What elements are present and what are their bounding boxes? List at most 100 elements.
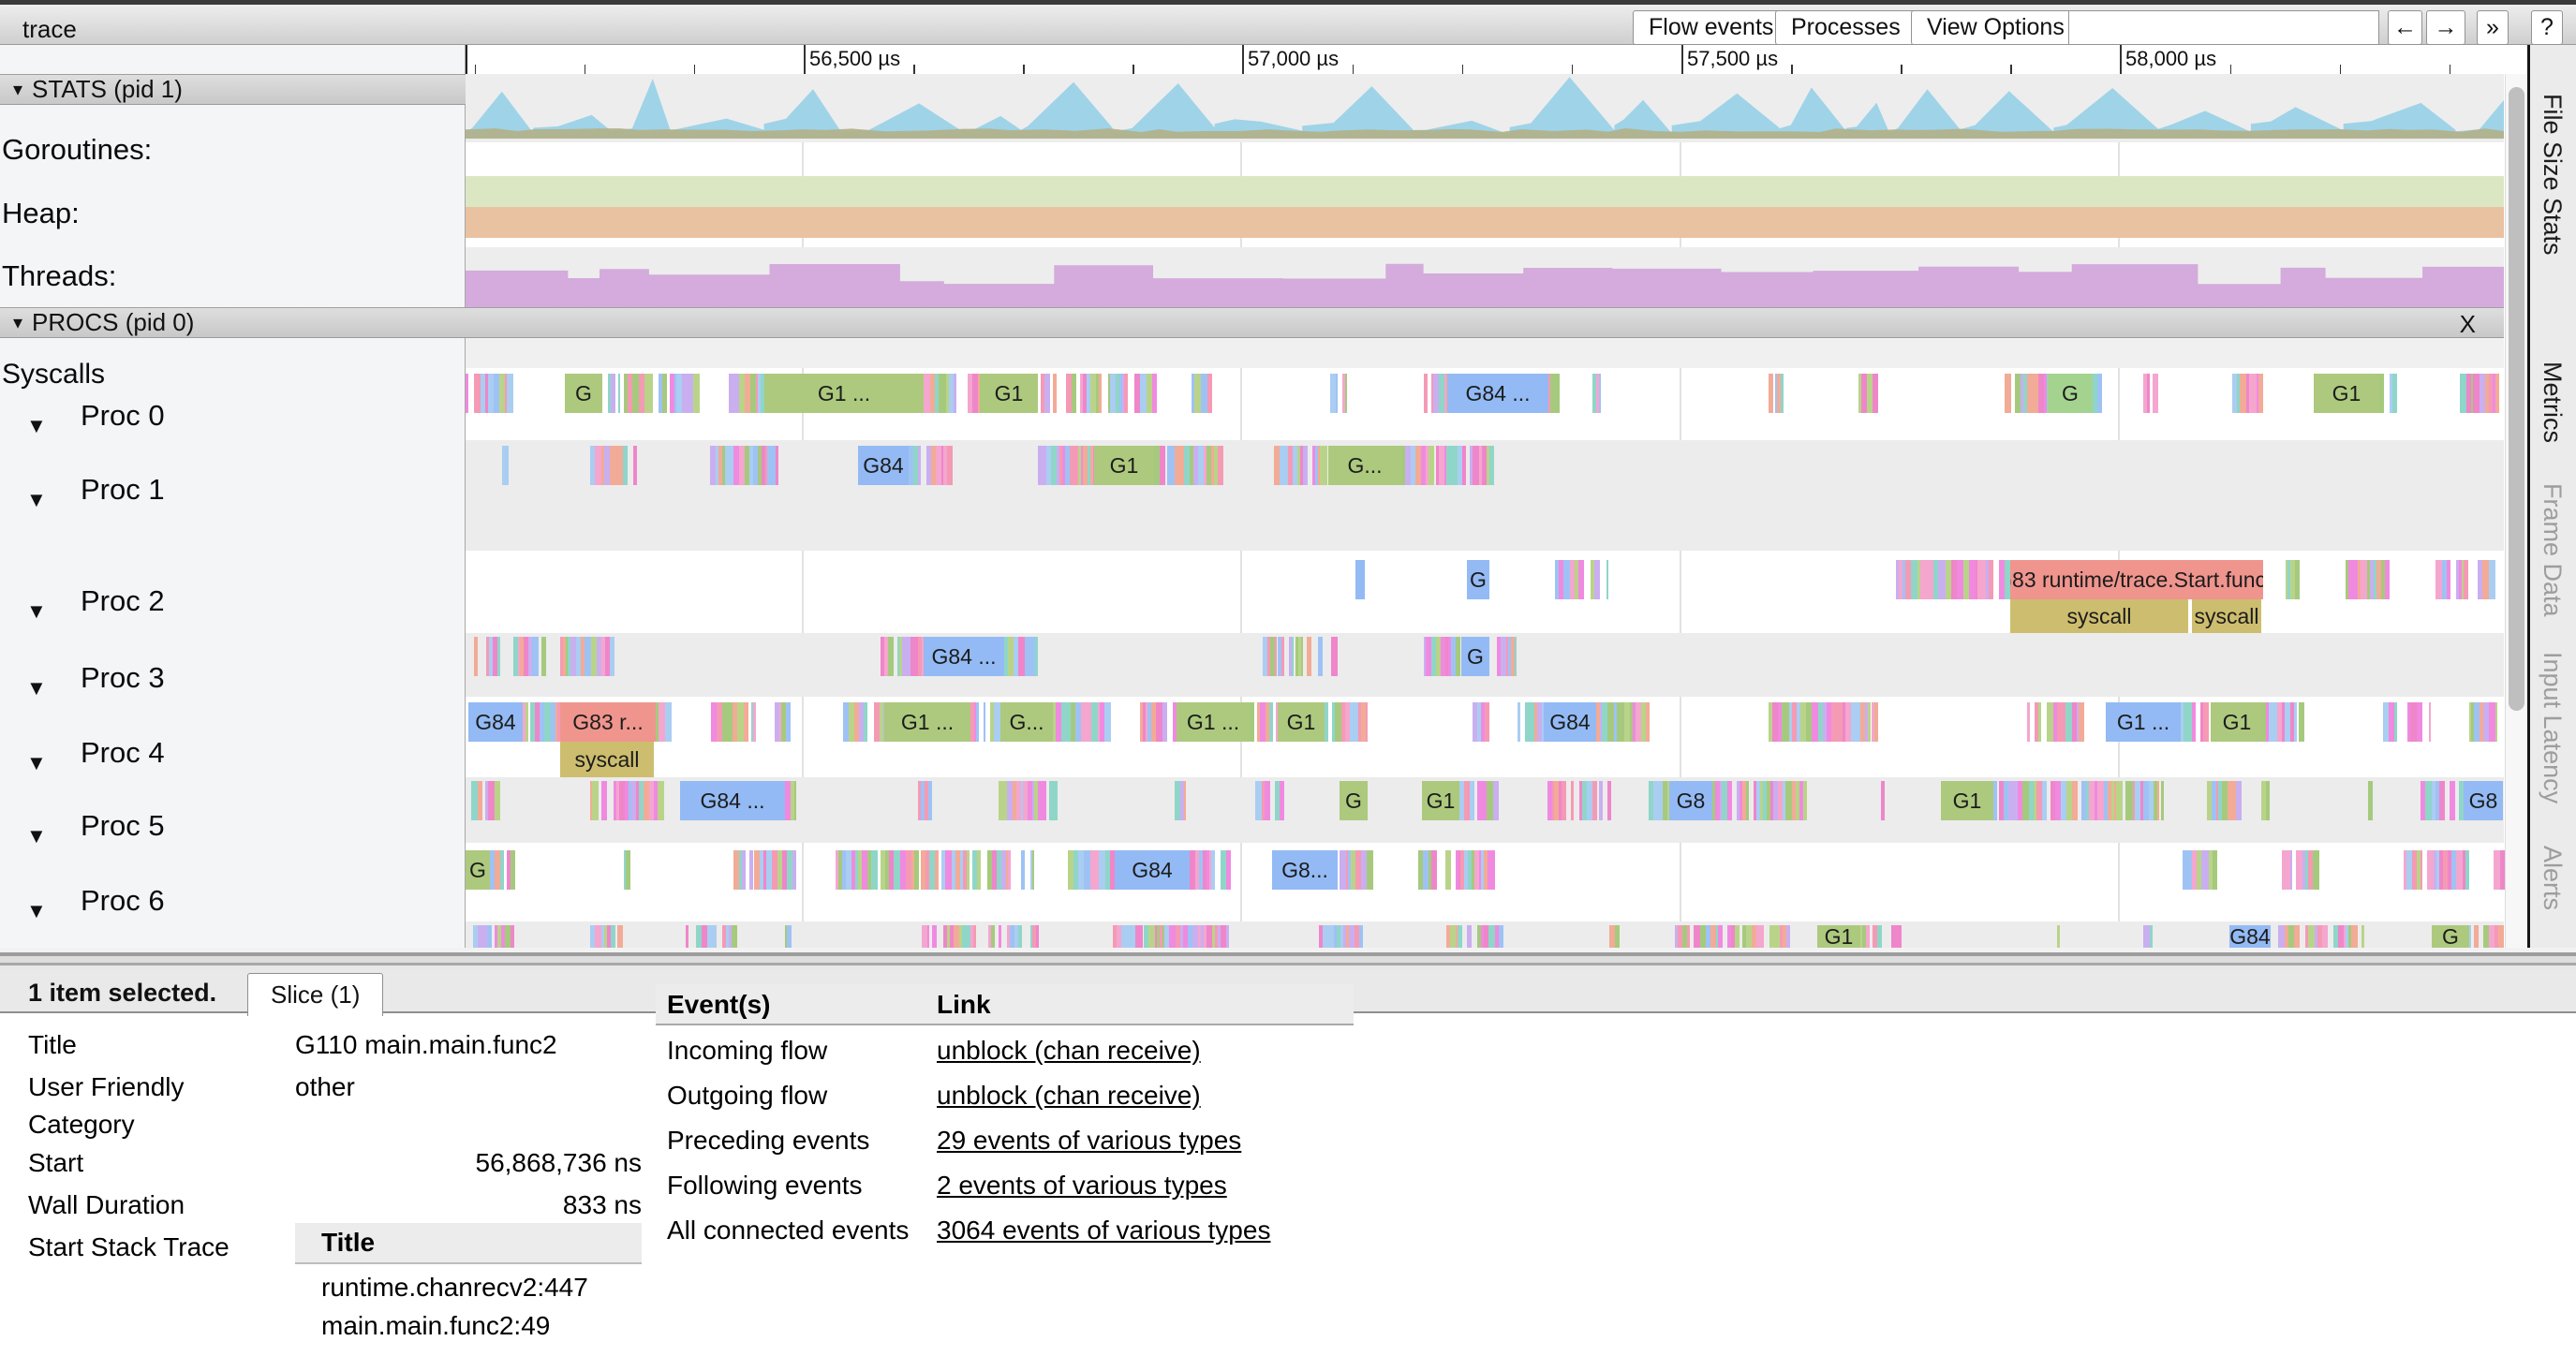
trace-stripe[interactable] [1269, 702, 1273, 742]
trace-stripe[interactable] [984, 702, 985, 742]
trace-stripe[interactable] [487, 925, 493, 948]
trace-stripe[interactable] [1485, 702, 1489, 742]
trace-stripe[interactable] [1462, 446, 1466, 485]
trace-stripe[interactable] [595, 925, 601, 948]
trace-stripe[interactable] [2116, 781, 2122, 820]
collapse-triangle-icon[interactable]: ▾ [13, 78, 22, 101]
trace-stripe[interactable] [2361, 925, 2365, 948]
trace-stripe[interactable] [1599, 374, 1602, 413]
trace-slice[interactable]: G [2432, 925, 2469, 948]
trace-stripe[interactable] [744, 702, 748, 742]
trace-stripe[interactable] [1957, 560, 1963, 599]
trace-stripe[interactable] [474, 637, 478, 676]
trace-stripe[interactable] [900, 850, 907, 890]
trace-stripe[interactable] [1036, 925, 1039, 948]
heap-nextgc-band[interactable] [466, 207, 2504, 238]
trace-stripe[interactable] [1687, 925, 1690, 948]
trace-stripe[interactable] [1812, 702, 1818, 742]
trace-stripe[interactable] [611, 374, 614, 413]
trace-stripe[interactable] [626, 850, 630, 890]
goroutines-track[interactable] [466, 74, 2504, 142]
event-link[interactable]: 29 events of various types [937, 1123, 1349, 1158]
trace-stripe[interactable] [2192, 702, 2196, 742]
trace-stripe[interactable] [1470, 781, 1475, 820]
trace-stripe[interactable] [1874, 702, 1879, 742]
proc-label-p4[interactable]: Proc 4 [81, 736, 165, 770]
trace-stripe[interactable] [967, 850, 970, 890]
trace-stripe[interactable] [725, 446, 732, 485]
collapse-triangle-icon[interactable]: ▼ [26, 599, 47, 624]
trace-stripe[interactable] [1607, 702, 1614, 742]
trace-stripe[interactable] [662, 374, 666, 413]
trace-slice[interactable]: G [565, 374, 602, 413]
trace-stripe[interactable] [1184, 781, 1186, 820]
trace-slice[interactable]: G1 ... [2106, 702, 2181, 742]
trace-stripe[interactable] [1250, 702, 1254, 742]
trace-stripe[interactable] [2185, 850, 2192, 890]
trace-stripe[interactable] [1091, 702, 1098, 742]
trace-stripe[interactable] [1911, 560, 1917, 599]
trace-stripe[interactable] [2266, 781, 2270, 820]
trace-stripe[interactable] [2057, 925, 2060, 948]
trace-slice[interactable]: G84 ... [1447, 374, 1548, 413]
trace-stripe[interactable] [1489, 446, 1495, 485]
trace-stripe[interactable] [1099, 374, 1103, 413]
trace-stripe[interactable] [1084, 850, 1090, 890]
trace-stripe[interactable] [1786, 925, 1790, 948]
trace-stripe[interactable] [786, 702, 791, 742]
trace-stripe[interactable] [2489, 702, 2495, 742]
trace-stripe[interactable] [1456, 637, 1460, 676]
trace-stripe[interactable] [1877, 925, 1882, 948]
trace-slice[interactable]: G84 ... [924, 637, 1004, 676]
trace-slice[interactable]: G1 [2211, 702, 2263, 742]
trace-stripe[interactable] [541, 637, 546, 676]
trace-stripe[interactable] [2147, 374, 2150, 413]
trace-stripe[interactable] [1727, 781, 1732, 820]
trace-slice[interactable]: G84 [858, 446, 909, 485]
trace-slice[interactable]: G84 [1115, 850, 1190, 890]
trace-stripe[interactable] [1025, 637, 1031, 676]
trace-stripe[interactable] [1301, 637, 1303, 676]
trace-slice[interactable]: G1 [1817, 925, 1860, 948]
trace-stripe[interactable] [2410, 702, 2417, 742]
trace-stripe[interactable] [665, 702, 672, 742]
trace-stripe[interactable] [2480, 374, 2486, 413]
event-link[interactable]: unblock (chan receive) [937, 1078, 1349, 1113]
trace-stripe[interactable] [466, 374, 468, 413]
trace-slice[interactable]: G1 [2314, 374, 2379, 413]
proc-label-p1[interactable]: Proc 1 [81, 473, 165, 507]
trace-stripe[interactable] [585, 637, 591, 676]
proc-label-p6[interactable]: Proc 6 [81, 884, 165, 918]
trace-stripe[interactable] [1592, 781, 1597, 820]
heap-allocated-band[interactable] [466, 176, 2504, 207]
trace-stripe[interactable] [2469, 925, 2471, 948]
trace-stripe[interactable] [617, 925, 623, 948]
trace-stripe[interactable] [2406, 850, 2413, 890]
trace-slice[interactable]: G83 runtime/trace.Start.func1 [2010, 560, 2263, 599]
trace-stripe[interactable] [1124, 374, 1127, 413]
trace-stripe[interactable] [2474, 925, 2479, 948]
trace-stripe[interactable] [1265, 781, 1270, 820]
trace-stripe[interactable] [2465, 850, 2470, 890]
proc-label-p3[interactable]: Proc 3 [81, 661, 165, 695]
trace-slice[interactable]: G [1340, 781, 1368, 820]
trace-stripe[interactable] [1318, 637, 1323, 676]
trace-stripe[interactable] [1042, 781, 1046, 820]
syscall-slice[interactable]: syscall [560, 742, 656, 777]
trace-stripe[interactable] [794, 781, 796, 820]
trace-stripe[interactable] [474, 374, 481, 413]
trace-stripe[interactable] [2429, 702, 2432, 742]
trace-stripe[interactable] [495, 781, 500, 820]
trace-stripe[interactable] [2417, 702, 2423, 742]
proc-label-p0[interactable]: Proc 0 [81, 399, 165, 433]
trace-stripe[interactable] [918, 446, 921, 485]
trace-stripe[interactable] [1873, 374, 1878, 413]
trace-stripe[interactable] [1599, 781, 1602, 820]
trace-stripe[interactable] [792, 850, 796, 890]
trace-slice[interactable]: G8 [1669, 781, 1712, 820]
trace-stripe[interactable] [739, 374, 746, 413]
trace-stripe[interactable] [1160, 446, 1165, 485]
proc-label-p2[interactable]: Proc 2 [81, 584, 165, 618]
trace-stripe[interactable] [1035, 637, 1039, 676]
trace-stripe[interactable] [1881, 781, 1885, 820]
